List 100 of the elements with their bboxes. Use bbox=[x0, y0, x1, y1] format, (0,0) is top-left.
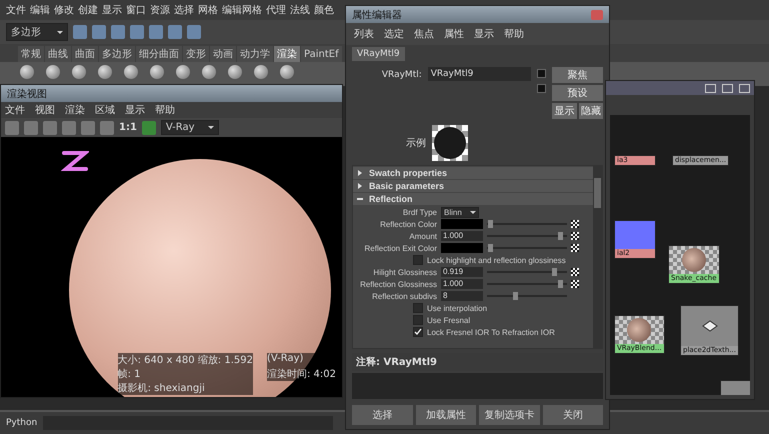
menu-item[interactable]: 编辑 bbox=[30, 3, 50, 17]
toolbar-icon[interactable] bbox=[100, 120, 114, 134]
checkbox[interactable] bbox=[413, 327, 423, 337]
shelf-icon[interactable] bbox=[150, 65, 164, 79]
shelf-tab[interactable]: 变形 bbox=[183, 46, 209, 62]
shelf-icon[interactable] bbox=[46, 65, 60, 79]
shelf-tab[interactable]: 细分曲面 bbox=[136, 46, 182, 62]
node-tab[interactable]: VRayMtl9 bbox=[352, 47, 405, 61]
number-field[interactable]: 1.000 bbox=[441, 231, 483, 241]
shelf-icon[interactable] bbox=[176, 65, 190, 79]
menu-item[interactable]: 显示 bbox=[474, 27, 494, 41]
menu-item[interactable]: 焦点 bbox=[414, 27, 434, 41]
toolbar-icon[interactable] bbox=[43, 120, 57, 134]
shelf-tab[interactable]: 常规 bbox=[18, 46, 44, 62]
render-stat: 大小: 640 x 480 缩放: 1.592 bbox=[118, 353, 253, 367]
slider-thumb[interactable] bbox=[558, 280, 564, 288]
number-field[interactable]: 0.919 bbox=[441, 267, 483, 277]
checkbox[interactable] bbox=[413, 303, 423, 313]
python-label: Python bbox=[6, 418, 38, 428]
section-header[interactable]: Basic parameters bbox=[353, 180, 593, 192]
shelf-icon[interactable] bbox=[72, 65, 86, 79]
input-field[interactable]: VRayMtl9 bbox=[428, 67, 532, 81]
shelf-tab[interactable]: 曲线 bbox=[45, 46, 71, 62]
menu-item[interactable]: 渲染 bbox=[65, 103, 85, 117]
shelf-tab[interactable]: 多边形 bbox=[99, 46, 135, 62]
shelf-icon[interactable] bbox=[98, 65, 112, 79]
checkbox[interactable] bbox=[413, 255, 423, 265]
side-button[interactable]: 聚焦 bbox=[552, 67, 603, 83]
sample-label: 示例 bbox=[406, 137, 426, 150]
menu-item[interactable]: 属性 bbox=[444, 27, 464, 41]
field-label: Reflection Exit Color bbox=[364, 244, 437, 252]
mode-dropdown[interactable]: 多边形 bbox=[6, 23, 68, 41]
shelf-icon[interactable] bbox=[202, 65, 216, 79]
menu-item[interactable]: 选定 bbox=[384, 27, 404, 41]
toolbar-icon[interactable] bbox=[5, 120, 19, 134]
menu-item[interactable]: 创建 bbox=[78, 3, 98, 17]
side-button[interactable]: 预设 bbox=[552, 85, 603, 101]
slider-thumb[interactable] bbox=[552, 268, 556, 276]
color-swatch[interactable] bbox=[441, 243, 483, 253]
maximize-icon[interactable] bbox=[722, 84, 733, 92]
menu-item[interactable]: 文件 bbox=[5, 103, 25, 117]
shelf-icon[interactable] bbox=[254, 65, 268, 79]
menu-item[interactable]: 选择 bbox=[174, 3, 194, 17]
toolbar-icon[interactable] bbox=[24, 120, 38, 134]
ratio-button[interactable]: 1:1 bbox=[119, 122, 137, 133]
shelf-icon[interactable] bbox=[228, 65, 242, 79]
dropdown[interactable]: Blinn bbox=[441, 206, 479, 218]
shelf-tab[interactable]: 渲染 bbox=[274, 46, 300, 62]
shelf-icon[interactable] bbox=[124, 65, 138, 79]
input-connection-icon[interactable] bbox=[537, 69, 546, 78]
menu-item[interactable]: 代理 bbox=[266, 3, 286, 17]
shelf-tab[interactable]: 动力学 bbox=[237, 46, 273, 62]
caret-icon bbox=[57, 30, 63, 36]
section-header[interactable]: Swatch properties bbox=[353, 167, 593, 179]
menu-item[interactable]: 资源 bbox=[150, 3, 170, 17]
side-button[interactable]: 显示 bbox=[552, 103, 577, 119]
menu-item[interactable]: 网格 bbox=[198, 3, 218, 17]
dialog-button[interactable]: 加载属性 bbox=[416, 405, 476, 425]
menu-item[interactable]: 窗口 bbox=[126, 3, 146, 17]
dialog-button[interactable]: 选择 bbox=[352, 405, 412, 425]
toolbar-icon[interactable] bbox=[142, 120, 156, 134]
shelf-icon[interactable] bbox=[20, 65, 34, 79]
menu-item[interactable]: 文件 bbox=[6, 3, 26, 17]
shelf-icon[interactable] bbox=[280, 65, 294, 79]
field-label: Brdf Type bbox=[402, 208, 437, 216]
slider-thumb[interactable] bbox=[488, 244, 494, 252]
menu-item[interactable]: 列表 bbox=[354, 27, 374, 41]
number-field[interactable]: 8 bbox=[441, 291, 483, 301]
scrollbar[interactable] bbox=[593, 166, 602, 348]
toolbar-icon[interactable] bbox=[81, 120, 95, 134]
dialog-button[interactable]: 复制选项卡 bbox=[479, 405, 540, 425]
menu-item[interactable]: 帮助 bbox=[504, 27, 524, 41]
menu-item[interactable]: 颜色 bbox=[314, 3, 334, 17]
menu-item[interactable]: 编辑网格 bbox=[222, 3, 262, 17]
sphere-icon bbox=[682, 248, 706, 272]
menu-item[interactable]: 显示 bbox=[102, 3, 122, 17]
menu-item[interactable]: 显示 bbox=[125, 103, 145, 117]
menu-item[interactable]: 视图 bbox=[35, 103, 55, 117]
slider-thumb[interactable] bbox=[558, 232, 564, 240]
window-title: 属性编辑器 bbox=[352, 8, 402, 22]
shelf-tab[interactable]: 动画 bbox=[210, 46, 236, 62]
menu-item[interactable]: 修改 bbox=[54, 3, 74, 17]
dialog-button[interactable]: 关闭 bbox=[542, 405, 603, 425]
menu-item[interactable]: 法线 bbox=[290, 3, 310, 17]
field-label: Reflection Glossiness bbox=[359, 280, 437, 288]
output-connection-icon[interactable] bbox=[537, 84, 546, 93]
section-header[interactable]: Reflection bbox=[353, 193, 593, 205]
number-field[interactable]: 1.000 bbox=[441, 279, 483, 289]
shelf-tab[interactable]: 曲面 bbox=[72, 46, 98, 62]
menu-item[interactable]: 区域 bbox=[95, 103, 115, 117]
menu-item[interactable]: 帮助 bbox=[155, 103, 175, 117]
renderer-dropdown[interactable]: V-Ray bbox=[160, 120, 219, 135]
slider-thumb[interactable] bbox=[513, 292, 518, 300]
toolbar-icon[interactable] bbox=[62, 120, 76, 134]
field-label: Amount bbox=[408, 232, 437, 240]
checkbox[interactable] bbox=[413, 315, 423, 325]
side-button[interactable]: 隐藏 bbox=[578, 103, 603, 119]
slider-thumb[interactable] bbox=[488, 220, 494, 228]
color-swatch[interactable] bbox=[441, 219, 483, 229]
shelf-tab[interactable]: PaintEf bbox=[301, 46, 342, 62]
